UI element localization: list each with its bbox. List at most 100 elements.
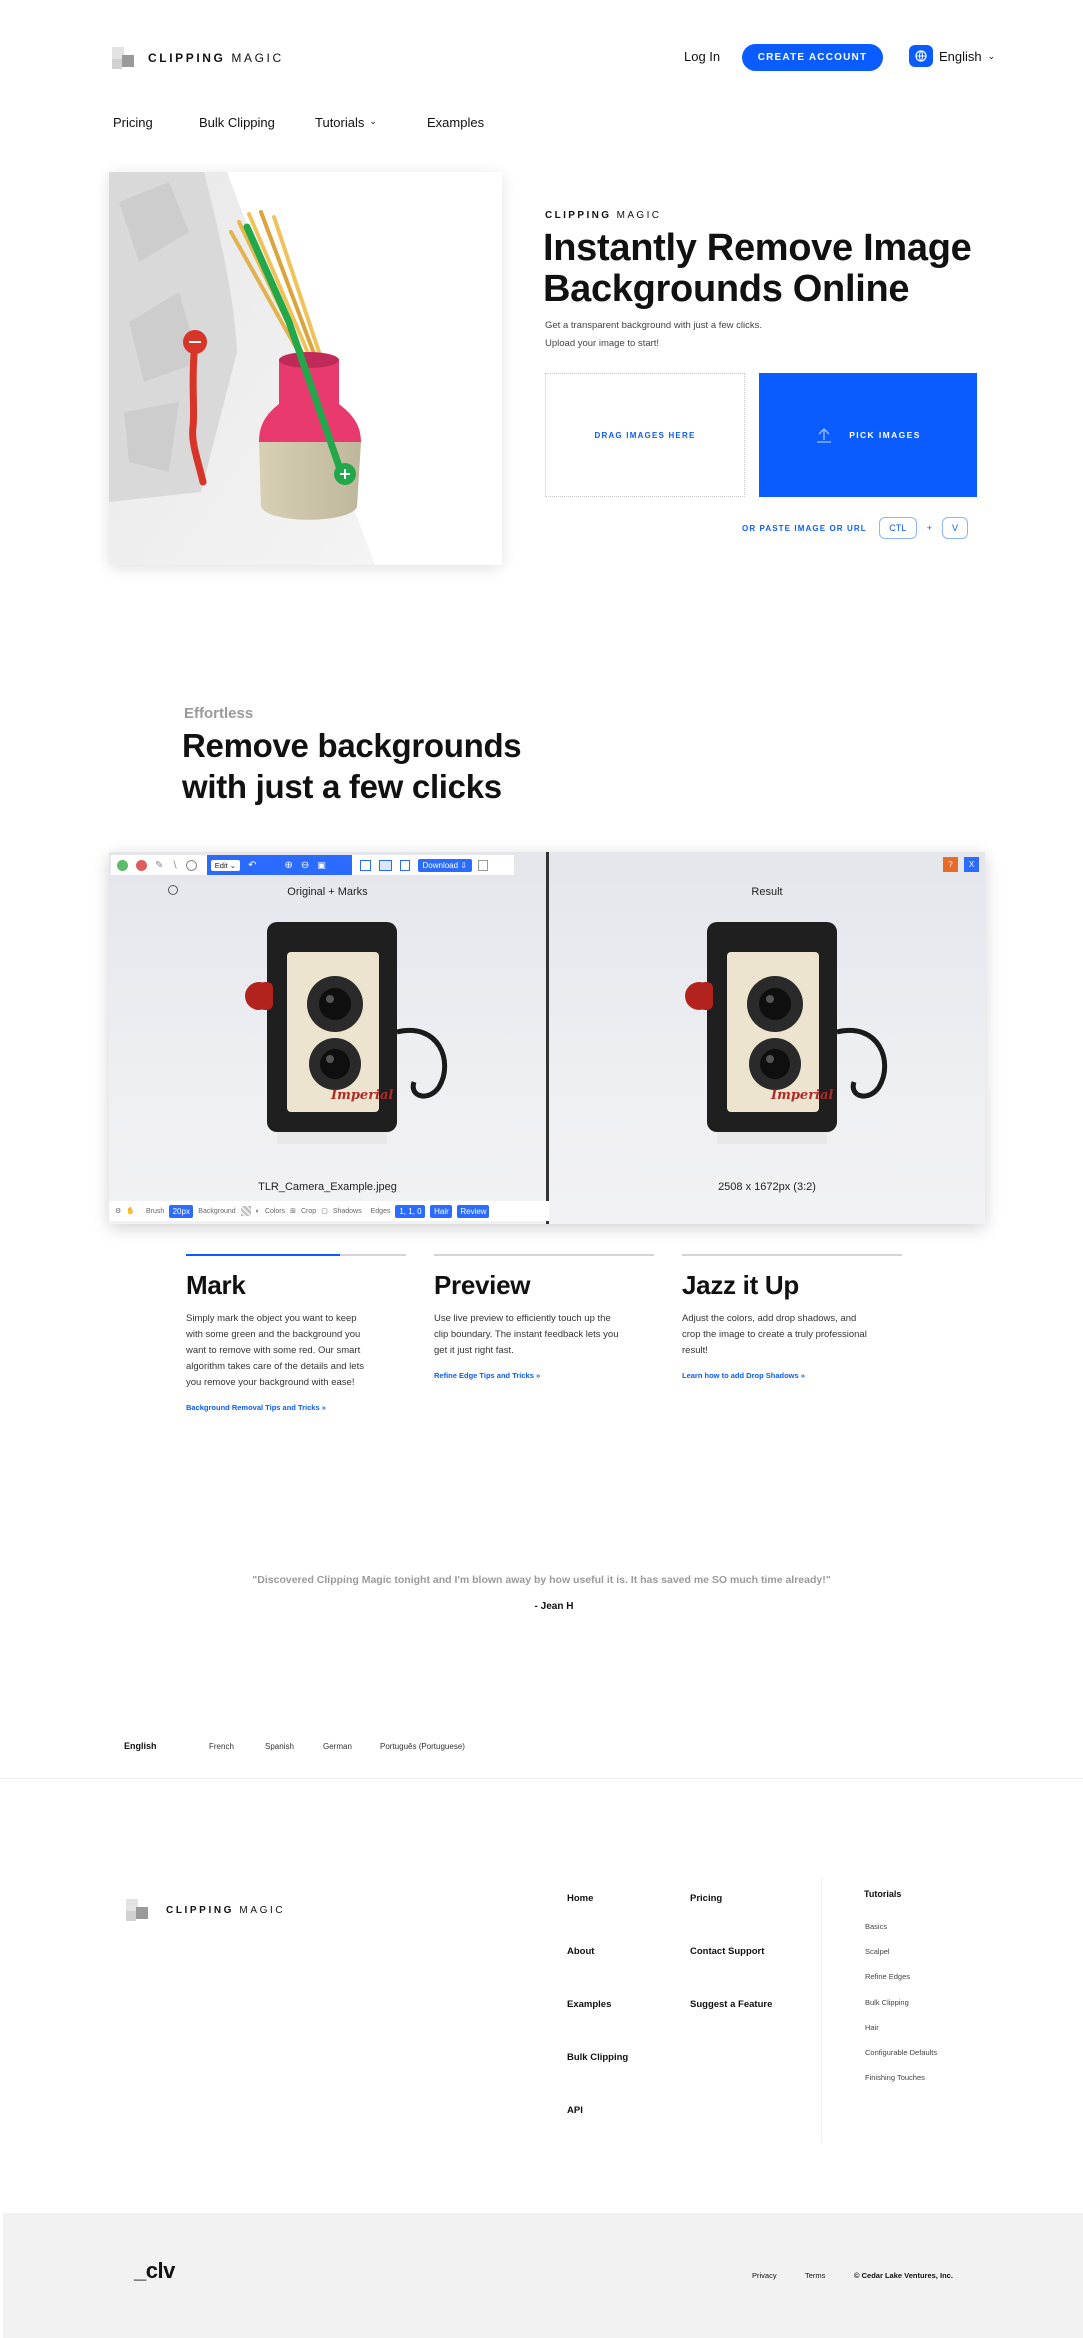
cursor-icon	[168, 885, 178, 895]
crop-label[interactable]: Crop	[301, 1208, 316, 1215]
hair-brush-icon[interactable]	[185, 859, 197, 871]
nav-tutorials-label: Tutorials	[315, 115, 365, 130]
background-swatch-icon[interactable]	[240, 1206, 251, 1216]
feature-title: Jazz it Up	[682, 1270, 799, 1300]
review-button[interactable]: Review	[457, 1204, 490, 1218]
footer-link[interactable]: Suggest a Feature	[690, 1999, 772, 2010]
footer-link[interactable]: About	[567, 1946, 594, 1957]
footer-tutorial-link[interactable]: Finishing Touches	[865, 2073, 925, 2082]
nav-pricing[interactable]: Pricing	[113, 115, 153, 130]
footer-logo[interactable]: CLIPPING MAGIC	[122, 1895, 285, 1925]
footer-tutorial-link[interactable]: Scalpel	[865, 1947, 890, 1956]
close-button[interactable]: X	[964, 857, 979, 872]
terms-link[interactable]: Terms	[805, 2271, 825, 2280]
green-marker-icon[interactable]	[117, 859, 128, 871]
testimonial-author: - Jean H	[534, 1601, 574, 1612]
language-label: English	[939, 48, 982, 64]
hero-title: Instantly Remove Image Backgrounds Onlin…	[543, 228, 1063, 310]
shadows-label[interactable]: Shadows	[333, 1208, 362, 1215]
help-button[interactable]: ?	[943, 857, 958, 872]
key-ctl: CTL	[878, 517, 917, 539]
footer-link[interactable]: Pricing	[690, 1893, 722, 1904]
eraser-icon[interactable]: ✎	[155, 860, 163, 871]
language-list: English French Spanish German Português …	[124, 1741, 465, 1751]
login-link[interactable]: Log In	[684, 49, 720, 64]
upload-icon	[817, 428, 832, 443]
fit-icon[interactable]: ▣	[317, 860, 326, 871]
pick-images-button[interactable]: PICK IMAGES	[759, 373, 977, 497]
edit-menu[interactable]: Edit ⌄	[210, 859, 241, 871]
original-pane: Imperial Original + Marks TLR_Camera_Exa…	[109, 852, 546, 1224]
settings-icon[interactable]: ⚙	[115, 1207, 121, 1215]
filename-label: TLR_Camera_Example.jpeg	[258, 1181, 397, 1193]
footer-tutorial-link[interactable]: Basics	[865, 1922, 887, 1931]
hero-title-line: Backgrounds Online	[543, 268, 910, 310]
nav-tutorials[interactable]: Tutorials ⌄	[315, 115, 377, 130]
feature-link[interactable]: Learn how to add Drop Shadows »	[682, 1371, 902, 1380]
zoom-in-icon[interactable]: ⊕	[284, 860, 292, 871]
footer-tutorial-link[interactable]: Bulk Clipping	[865, 1998, 909, 2007]
hair-button[interactable]: Hair	[430, 1204, 453, 1218]
copyright: © Cedar Lake Ventures, Inc.	[854, 2271, 953, 2280]
dimensions-label: 2508 x 1672px (3:2)	[718, 1181, 816, 1193]
footer-link[interactable]: Bulk Clipping	[567, 2052, 628, 2063]
footer-tutorial-link[interactable]: Hair	[865, 2023, 879, 2032]
view-single-icon[interactable]	[359, 859, 371, 871]
save-icon[interactable]	[399, 859, 410, 871]
brush-label: Brush	[146, 1207, 165, 1215]
create-account-button[interactable]: CREATE ACCOUNT	[742, 44, 883, 71]
privacy-link[interactable]: Privacy	[752, 2271, 777, 2280]
paste-hint: OR PASTE IMAGE OR URL CTL + V	[742, 517, 968, 539]
lang-english[interactable]: English	[124, 1741, 209, 1751]
download-button[interactable]: Download ⇩	[417, 858, 472, 872]
lang-french[interactable]: French	[209, 1742, 265, 1751]
footer-tutorial-link[interactable]: Configurable Defaults	[865, 2048, 937, 2057]
scalpel-icon[interactable]: ∖	[171, 860, 177, 871]
site-logo[interactable]: CLIPPING MAGIC	[108, 43, 284, 73]
feature-link[interactable]: Refine Edge Tips and Tricks »	[434, 1371, 654, 1380]
edges-button[interactable]: 1, 1, 0	[395, 1204, 426, 1218]
hero-eyebrow: CLIPPING MAGIC	[545, 210, 662, 221]
lang-spanish[interactable]: Spanish	[265, 1742, 323, 1751]
footer-link[interactable]: Contact Support	[690, 1946, 764, 1957]
footer-tutorial-link[interactable]: Refine Edges	[865, 1972, 910, 1981]
footer-link[interactable]: Examples	[567, 1999, 611, 2010]
view-split-icon[interactable]	[378, 859, 392, 871]
colors-label[interactable]: Colors	[265, 1208, 285, 1215]
footer-tutorials-title: Tutorials	[864, 1889, 902, 1899]
footer-col-divider	[821, 1878, 822, 2143]
feature-description: Use live preview to efficiently touch up…	[434, 1313, 619, 1356]
brush-size-button[interactable]: 20px	[169, 1204, 194, 1218]
chevron-down-icon: ⌄	[987, 50, 996, 61]
footer-link[interactable]: Home	[567, 1893, 593, 1904]
nav-examples[interactable]: Examples	[427, 115, 484, 130]
toolbar-blue-group: Edit ⌄ ↶ ⊕ ⊖ ▣	[206, 855, 352, 875]
shadows-icon[interactable]: ▢	[321, 1207, 328, 1215]
undo-icon[interactable]: ↶	[248, 860, 256, 871]
clv-brand-logo[interactable]: _clv	[134, 2258, 175, 2284]
colors-icon[interactable]: ◐	[256, 1208, 260, 1215]
crop-icon[interactable]: ⊞	[290, 1207, 296, 1215]
footer-link[interactable]: API	[567, 2105, 583, 2116]
bottom-toolbar: ⚙ ✋ Brush 20px Background ◐ Colors ⊞ Cro…	[109, 1201, 549, 1221]
feature-link[interactable]: Background Removal Tips and Tricks »	[186, 1403, 406, 1412]
bottom-bar: _clv Privacy Terms © Cedar Lake Ventures…	[3, 2213, 1083, 2338]
lang-german[interactable]: German	[323, 1742, 380, 1751]
key-v: V	[942, 517, 968, 539]
pick-images-label: PICK IMAGES	[849, 430, 921, 440]
result-label: Result	[751, 886, 783, 898]
nav-bulk-clipping[interactable]: Bulk Clipping	[199, 115, 275, 130]
feature-description: Adjust the colors, add drop shadows, and…	[682, 1313, 867, 1356]
language-globe-icon	[909, 45, 933, 67]
language-selector[interactable]: English ⌄	[909, 45, 995, 67]
zoom-out-icon[interactable]: ⊖	[301, 860, 309, 871]
lang-portuguese[interactable]: Português (Portuguese)	[380, 1742, 465, 1751]
share-icon[interactable]	[477, 859, 488, 871]
red-marker-icon[interactable]	[136, 859, 147, 871]
hand-icon[interactable]: ✋	[126, 1207, 135, 1215]
logo-wordmark: CLIPPING MAGIC	[148, 51, 284, 65]
camera-brand-label: Imperial	[331, 1088, 394, 1103]
result-pane: Imperial Result 2508 x 1672px (3:2)	[549, 852, 985, 1224]
feature-card: Mark Simply mark the object you want to k…	[186, 1254, 406, 1412]
drag-images-dropzone[interactable]: DRAG IMAGES HERE	[545, 373, 745, 497]
